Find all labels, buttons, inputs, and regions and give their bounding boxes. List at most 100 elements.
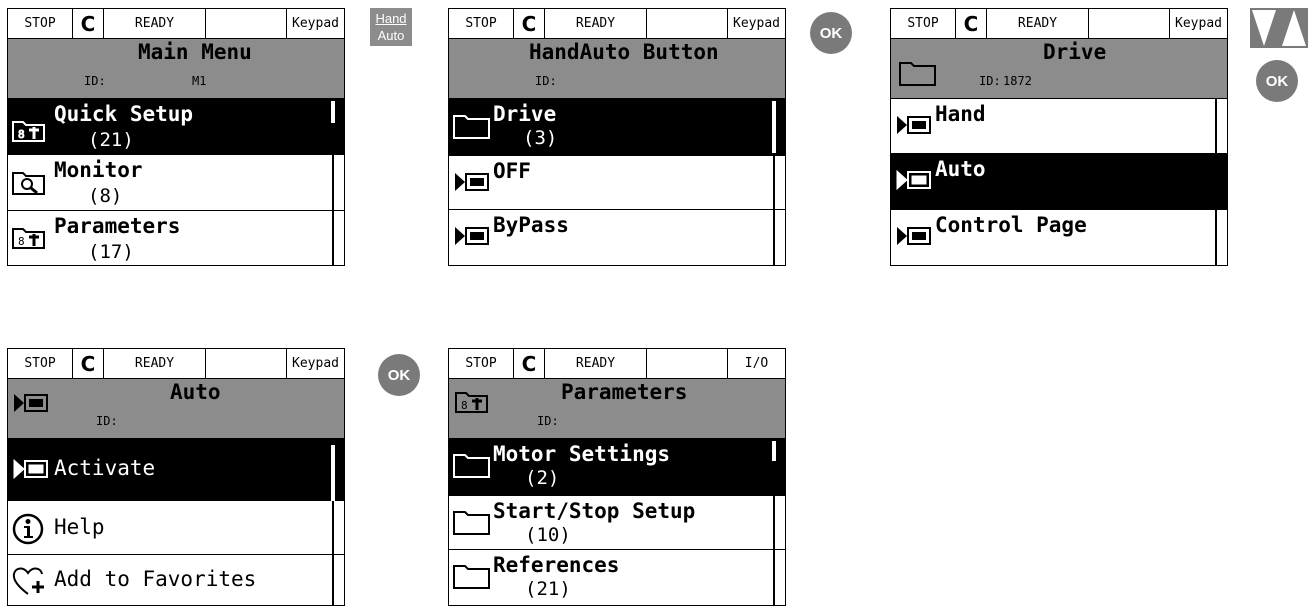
status-ready: READY	[545, 349, 647, 378]
menu-item-count: (8)	[88, 185, 123, 207]
status-run-state: STOP	[449, 9, 514, 38]
parameters-folder-icon: 8	[12, 225, 46, 253]
menu-item-drive[interactable]: Drive (3)	[449, 99, 785, 156]
status-control-source: Keypad	[292, 16, 339, 31]
id-label: ID:	[84, 74, 106, 88]
scrollbar-thumb[interactable]	[331, 445, 335, 501]
info-icon	[12, 513, 44, 549]
page-title: Drive	[1043, 40, 1107, 64]
menu-item-count: (21)	[525, 578, 571, 600]
status-control-source: Keypad	[733, 16, 780, 31]
menu-item-label: Motor Settings	[493, 442, 671, 466]
menu-item-label: Hand	[935, 102, 986, 126]
page-title: HandAuto Button	[529, 40, 719, 64]
keypad-screen-handauto: STOP C READY Keypad HandAuto Button ID: …	[448, 8, 786, 266]
menu-item-off[interactable]: OFF	[449, 156, 785, 210]
menu-item-start-stop-setup[interactable]: Start/Stop Setup (10)	[449, 496, 785, 550]
status-ready: READY	[545, 9, 647, 38]
ok-button[interactable]: OK	[1256, 60, 1298, 102]
menu-item-hand[interactable]: Hand	[891, 99, 1227, 154]
id-label: ID:	[537, 414, 559, 428]
folder-icon	[453, 508, 491, 540]
menu-item-help[interactable]: Help	[8, 501, 344, 555]
status-run-state: STOP	[8, 9, 73, 38]
menu-header: Main Menu ID: M1	[8, 39, 344, 99]
status-control-source: I/O	[744, 356, 769, 371]
status-empty-field	[647, 349, 728, 378]
up-down-arrows-icon[interactable]	[1250, 8, 1308, 48]
status-run-state: STOP	[891, 9, 956, 38]
id-value: 1872	[1003, 74, 1032, 88]
rotation-icon: C	[514, 349, 545, 378]
menu-item-activate[interactable]: Activate	[8, 439, 344, 501]
menu-item-count: (17)	[88, 241, 134, 263]
status-empty-field	[206, 9, 287, 38]
action-icon	[895, 115, 935, 139]
menu-item-add-to-favorites[interactable]: Add to Favorites	[8, 555, 344, 605]
menu-item-parameters[interactable]: 8 Parameters (17)	[8, 211, 344, 265]
menu-item-label: Control Page	[935, 213, 1087, 237]
menu-header: Auto ID:	[8, 379, 344, 439]
menu-item-label: Help	[54, 515, 105, 539]
menu-item-auto[interactable]: Auto	[891, 154, 1227, 210]
id-value: M1	[192, 74, 207, 88]
folder-icon	[453, 562, 491, 594]
action-icon	[895, 169, 935, 194]
menu-item-references[interactable]: References (21)	[449, 550, 785, 605]
keypad-screen-parameters: STOP C READY I/O 8 Parameters ID: Motor …	[448, 348, 786, 606]
action-icon	[12, 458, 52, 483]
scrollbar-thumb[interactable]	[331, 101, 335, 123]
heart-plus-icon	[12, 565, 48, 601]
rotation-icon: C	[73, 9, 104, 38]
menu-item-quick-setup[interactable]: 8 Quick Setup (21)	[8, 99, 344, 155]
scrollbar[interactable]	[330, 99, 334, 265]
menu-item-control-page[interactable]: Control Page	[891, 210, 1227, 265]
menu-item-label: Auto	[935, 157, 986, 181]
svg-text:8: 8	[461, 399, 468, 412]
hand-auto-label-hand: Hand	[375, 11, 407, 26]
menu-item-bypass[interactable]: ByPass	[449, 210, 785, 265]
menu-item-motor-settings[interactable]: Motor Settings (2)	[449, 439, 785, 496]
status-ready: READY	[104, 9, 206, 38]
folder-icon	[899, 59, 937, 91]
action-icon	[453, 226, 493, 250]
page-title: Auto	[170, 380, 221, 404]
action-icon	[895, 226, 935, 250]
status-bar: STOP C READY Keypad	[891, 9, 1227, 39]
menu-header: 8 Parameters ID:	[449, 379, 785, 439]
ok-button[interactable]: OK	[378, 354, 420, 396]
menu-item-monitor[interactable]: Monitor (8)	[8, 155, 344, 211]
status-ready: READY	[987, 9, 1089, 38]
menu-header: Drive ID: 1872	[891, 39, 1227, 99]
keypad-screen-main-menu: STOP C READY Keypad Main Menu ID: M1 8 Q…	[7, 8, 345, 266]
menu-item-label: Monitor	[54, 158, 143, 182]
status-control-source: Keypad	[1175, 16, 1222, 31]
menu-item-label: ByPass	[493, 213, 569, 237]
scrollbar-thumb[interactable]	[1214, 155, 1218, 209]
menu-item-count: (21)	[88, 129, 134, 151]
menu-item-count: (2)	[525, 467, 560, 489]
ok-button[interactable]: OK	[810, 12, 852, 54]
svg-text:8: 8	[18, 128, 25, 141]
scrollbar-thumb[interactable]	[772, 441, 776, 461]
rotation-icon: C	[956, 9, 987, 38]
status-control-source: Keypad	[292, 356, 339, 371]
scrollbar-thumb[interactable]	[772, 101, 776, 153]
status-bar: STOP C READY I/O	[449, 349, 785, 379]
parameters-folder-icon: 8	[12, 118, 46, 146]
status-ready: READY	[104, 349, 206, 378]
action-icon	[12, 393, 52, 417]
hand-auto-button[interactable]: Hand Auto	[370, 8, 412, 46]
status-run-state: STOP	[449, 349, 514, 378]
status-bar: STOP C READY Keypad	[449, 9, 785, 39]
parameters-folder-icon: 8	[455, 389, 489, 417]
status-empty-field	[206, 349, 287, 378]
menu-item-label: Quick Setup	[54, 102, 194, 126]
status-empty-field	[647, 9, 728, 38]
id-label: ID:	[535, 74, 557, 88]
status-bar: STOP C READY Keypad	[8, 9, 344, 39]
action-icon	[453, 172, 493, 196]
scrollbar[interactable]	[771, 439, 775, 605]
menu-item-label: Add to Favorites	[54, 567, 257, 591]
menu-item-label: Start/Stop Setup	[493, 499, 696, 523]
